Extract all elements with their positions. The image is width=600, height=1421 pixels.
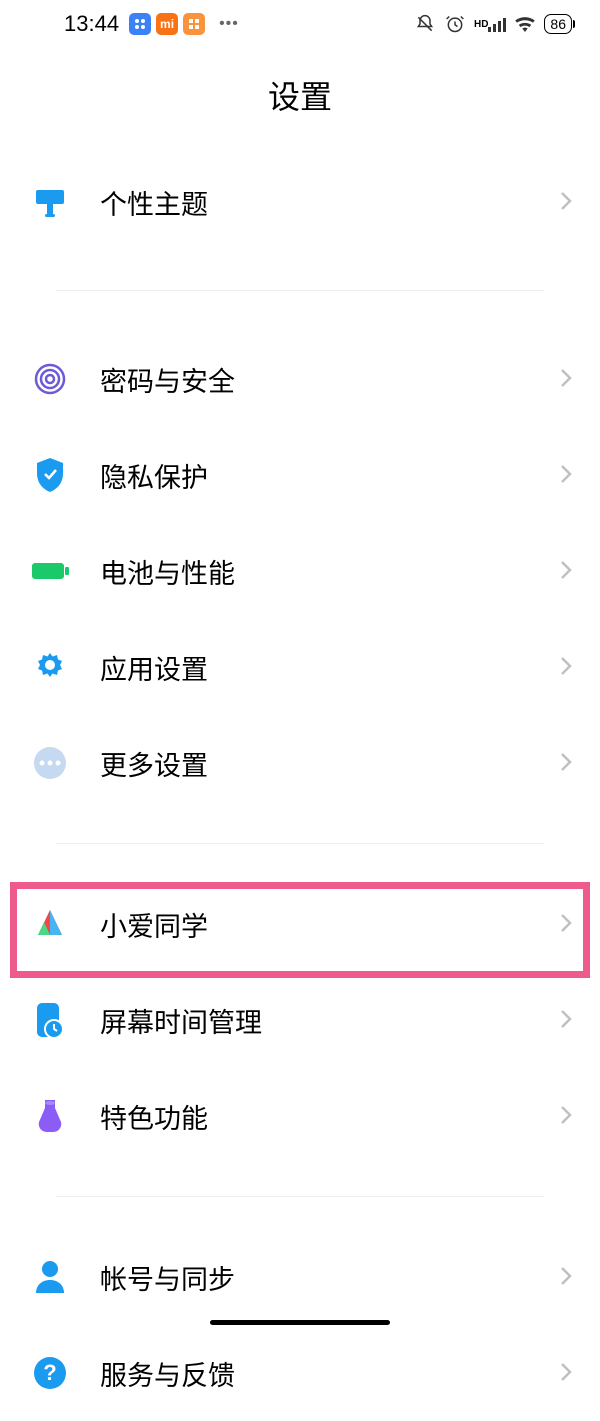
fingerprint-icon (28, 357, 72, 401)
settings-item-screentime[interactable]: 屏幕时间管理 (28, 972, 572, 1068)
more-icon (28, 741, 72, 785)
chevron-right-icon (560, 1261, 572, 1293)
alarm-icon (444, 13, 466, 35)
chevron-right-icon (560, 186, 572, 218)
item-label: 特色功能 (100, 1097, 560, 1136)
item-label: 电池与性能 (100, 552, 560, 591)
home-indicator[interactable] (210, 1320, 390, 1325)
settings-item-xiaoai[interactable]: 小爱同学 (28, 876, 572, 972)
settings-item-battery[interactable]: 电池与性能 (28, 523, 572, 619)
item-label: 个性主题 (100, 183, 560, 222)
settings-item-more[interactable]: 更多设置 (28, 715, 572, 811)
chevron-right-icon (560, 555, 572, 587)
status-right: HD 86 (414, 13, 572, 35)
page-title: 设置 (0, 72, 600, 118)
settings-item-account[interactable]: 帐号与同步 (28, 1229, 572, 1325)
settings-item-privacy[interactable]: 隐私保护 (28, 427, 572, 523)
more-notifications-icon: ••• (219, 15, 239, 33)
chevron-right-icon (560, 651, 572, 683)
svg-text:?: ? (43, 1360, 56, 1385)
settings-divider (56, 290, 544, 291)
settings-item-special[interactable]: 特色功能 (28, 1068, 572, 1164)
theme-icon (28, 180, 72, 224)
chevron-right-icon (560, 363, 572, 395)
settings-divider (56, 1196, 544, 1197)
item-label: 密码与安全 (100, 360, 560, 399)
battery-icon (28, 549, 72, 593)
wifi-icon (514, 13, 536, 35)
status-left: 13:44 mi ••• (64, 11, 239, 37)
settings-list: 个性主题 密码与安全 隐私保护 电池与性能 (0, 154, 600, 1421)
chevron-right-icon (560, 747, 572, 779)
item-label: 应用设置 (100, 648, 560, 687)
item-label: 小爱同学 (100, 905, 560, 944)
item-label: 屏幕时间管理 (100, 1001, 560, 1040)
status-bar: 13:44 mi ••• HD 86 (0, 0, 600, 48)
help-icon: ? (28, 1351, 72, 1395)
screentime-icon (28, 998, 72, 1042)
item-label: 帐号与同步 (100, 1258, 560, 1297)
settings-item-security[interactable]: 密码与安全 (28, 331, 572, 427)
gear-icon (28, 645, 72, 689)
settings-item-apps[interactable]: 应用设置 (28, 619, 572, 715)
settings-item-theme[interactable]: 个性主题 (28, 154, 572, 250)
notif-app-icon (129, 13, 151, 35)
user-icon (28, 1255, 72, 1299)
status-time: 13:44 (64, 11, 119, 37)
item-label: 更多设置 (100, 744, 560, 783)
status-app-icons: mi (129, 13, 205, 35)
flask-icon (28, 1094, 72, 1138)
chevron-right-icon (560, 1100, 572, 1132)
xiaoai-icon (28, 902, 72, 946)
hd-signal-icon: HD (474, 13, 506, 35)
shield-icon (28, 453, 72, 497)
settings-item-feedback[interactable]: ? 服务与反馈 (28, 1325, 572, 1421)
battery-indicator: 86 (544, 14, 572, 34)
notif-app-icon (183, 13, 205, 35)
silent-icon (414, 13, 436, 35)
chevron-right-icon (560, 459, 572, 491)
notif-app-icon: mi (156, 13, 178, 35)
chevron-right-icon (560, 908, 572, 940)
item-label: 服务与反馈 (100, 1354, 560, 1393)
chevron-right-icon (560, 1004, 572, 1036)
chevron-right-icon (560, 1357, 572, 1389)
item-label: 隐私保护 (100, 456, 560, 495)
settings-divider (56, 843, 544, 844)
